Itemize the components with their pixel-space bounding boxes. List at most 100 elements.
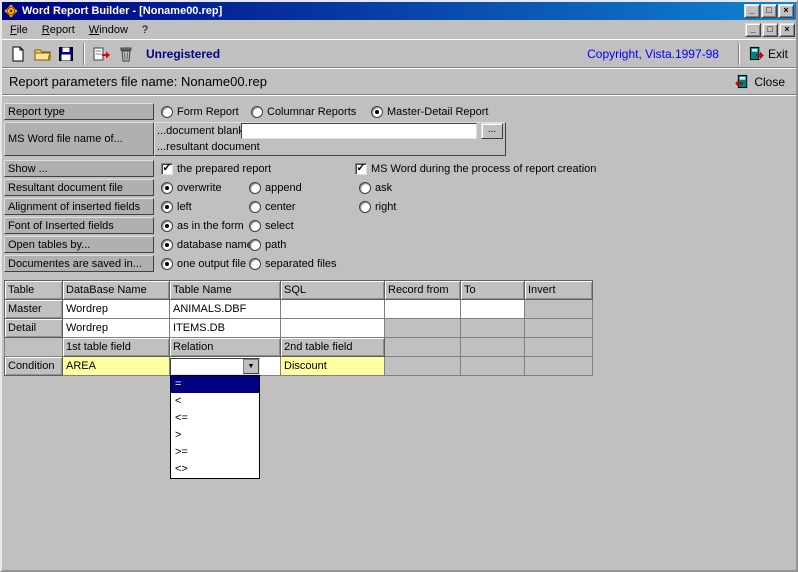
menu-window[interactable]: Window (82, 22, 135, 38)
radio-right[interactable]: right (359, 201, 396, 213)
show-label: Show ... (4, 160, 154, 177)
new-report-button[interactable] (6, 42, 30, 66)
mdi-restore-button[interactable]: □ (762, 23, 778, 37)
condition-field1-cell[interactable]: AREA (63, 357, 170, 376)
condition-field2-cell[interactable]: Discount (281, 357, 385, 376)
browse-button[interactable]: ... (481, 123, 503, 139)
mdi-close-button[interactable]: × (779, 23, 795, 37)
radio-icon (249, 201, 261, 213)
second-table-field-header: 2nd table field (281, 338, 385, 357)
radio-separated-files[interactable]: separated files (249, 258, 337, 270)
radio-ask[interactable]: ask (359, 182, 392, 194)
close-button[interactable]: × (778, 4, 794, 18)
window-title: Word Report Builder - [Noname00.rep] (22, 5, 743, 17)
menu-file[interactable]: File (3, 22, 35, 38)
detail-record-from-cell (385, 319, 461, 338)
radio-icon (161, 258, 173, 270)
grid-header-database-name: DataBase Name (63, 281, 170, 300)
dropdown-item-greater-equal[interactable]: >= (171, 444, 259, 461)
radio-columnar-reports[interactable]: Columnar Reports (251, 106, 371, 118)
relation-combobox[interactable]: ▼ (170, 358, 260, 375)
radio-as-in-form[interactable]: as in the form (161, 220, 249, 232)
mdi-minimize-button[interactable]: _ (745, 23, 761, 37)
chevron-down-icon[interactable]: ▼ (243, 359, 259, 374)
font-row: Font of Inserted fields as in the form s… (4, 217, 794, 234)
master-to-cell[interactable] (461, 300, 525, 319)
master-record-from-cell[interactable] (385, 300, 461, 319)
radio-icon (249, 182, 261, 194)
condition-row-label: Condition (5, 357, 63, 376)
detail-invert-cell (525, 319, 593, 338)
maximize-button[interactable]: □ (761, 4, 777, 18)
master-database-cell[interactable]: Wordrep (63, 300, 170, 319)
document-blank-label: ...document blank (157, 125, 237, 137)
close-panel-button[interactable]: Close (731, 73, 789, 90)
toolbar-separator-right (738, 43, 740, 65)
grid-header-table-name: Table Name (170, 281, 281, 300)
radio-center[interactable]: center (249, 201, 359, 213)
radio-one-output-file[interactable]: one output file (161, 258, 249, 270)
detail-table-name-cell[interactable]: ITEMS.DB (170, 319, 281, 338)
dropdown-item-greater-than[interactable]: > (171, 427, 259, 444)
detail-sql-cell[interactable] (281, 319, 385, 338)
radio-icon (249, 258, 261, 270)
document-blank-input[interactable] (241, 123, 477, 139)
exit-label: Exit (768, 47, 788, 61)
dropdown-item-not-equal[interactable]: <> (171, 461, 259, 478)
exit-button[interactable]: Exit (745, 45, 792, 62)
menu-help[interactable]: ? (135, 22, 155, 38)
radio-icon (251, 106, 263, 118)
font-label: Font of Inserted fields (4, 217, 154, 234)
master-row-label: Master (5, 300, 63, 319)
radio-master-detail-report[interactable]: Master-Detail Report (371, 106, 488, 118)
open-tables-label: Open tables by... (4, 236, 154, 253)
radio-icon (249, 239, 261, 251)
save-report-button[interactable] (54, 42, 78, 66)
copyright-text: Copyright, Vista.1997-98 (587, 47, 719, 61)
checkbox-msword-during-creation[interactable]: MS Word during the process of report cre… (355, 163, 596, 175)
minimize-button[interactable]: _ (744, 4, 760, 18)
checkbox-prepared-report[interactable]: the prepared report (161, 163, 355, 175)
params-bar: Report parameters file name: Noname00.re… (2, 68, 796, 95)
detail-row-label: Detail (5, 319, 63, 338)
radio-icon (359, 182, 371, 194)
report-type-row: Report type Form Report Columnar Reports… (4, 103, 794, 120)
documents-saved-row: Documentes are saved in... one output fi… (4, 255, 794, 272)
close-panel-icon (735, 74, 750, 89)
radio-path[interactable]: path (249, 239, 286, 251)
open-folder-icon (34, 46, 51, 62)
radio-icon (359, 201, 371, 213)
master-sql-cell[interactable] (281, 300, 385, 319)
radio-icon (371, 106, 383, 118)
dropdown-item-equals[interactable]: = (171, 376, 259, 393)
master-table-name-cell[interactable]: ANIMALS.DBF (170, 300, 281, 319)
msword-filename-panel: ...document blank ... ...resultant docum… (154, 122, 506, 156)
checkbox-icon (355, 163, 367, 175)
radio-select-font[interactable]: select (249, 220, 294, 232)
radio-icon (161, 239, 173, 251)
radio-left[interactable]: left (161, 201, 249, 213)
relation-dropdown-list: = < <= > >= <> (170, 375, 260, 479)
menu-report[interactable]: Report (35, 22, 82, 38)
report-options-panel: Report type Form Report Columnar Reports… (2, 95, 796, 570)
alignment-label: Alignment of inserted fields (4, 198, 154, 215)
radio-overwrite[interactable]: overwrite (161, 182, 249, 194)
detail-database-cell[interactable]: Wordrep (63, 319, 170, 338)
radio-append[interactable]: append (249, 182, 359, 194)
dropdown-item-less-equal[interactable]: <= (171, 410, 259, 427)
master-invert-cell (525, 300, 593, 319)
tables-grid: Table DataBase Name Table Name SQL Recor… (4, 280, 593, 376)
resultant-file-row: Resultant document file overwrite append… (4, 179, 794, 196)
documents-saved-label: Documentes are saved in... (4, 255, 154, 272)
dropdown-item-less-than[interactable]: < (171, 393, 259, 410)
radio-form-report[interactable]: Form Report (161, 106, 251, 118)
toolbar: Unregistered Copyright, Vista.1997-98 Ex… (2, 39, 796, 68)
open-report-button[interactable] (30, 42, 54, 66)
params-file-name: Report parameters file name: Noname00.re… (9, 74, 267, 89)
close-panel-label: Close (754, 75, 785, 89)
radio-database-name[interactable]: database name (161, 239, 249, 251)
build-report-button[interactable] (90, 42, 114, 66)
grid-header-sql: SQL (281, 281, 385, 300)
delete-button[interactable] (114, 42, 138, 66)
relation-header: Relation (170, 338, 281, 357)
